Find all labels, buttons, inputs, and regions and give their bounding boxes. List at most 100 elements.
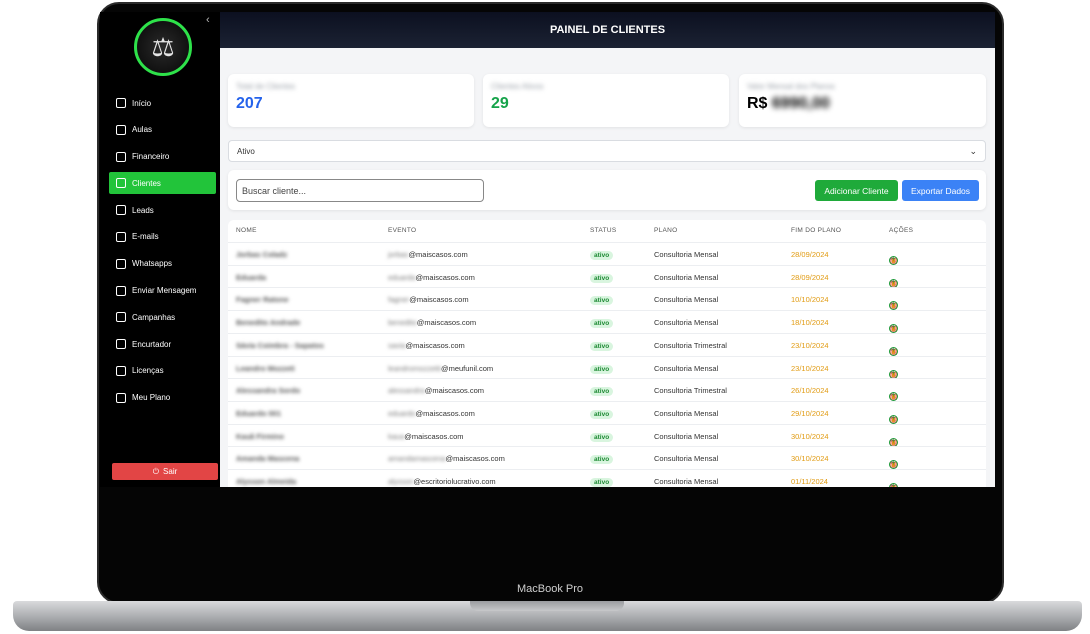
- stat-card-total: Total de Clientes 207: [228, 74, 474, 127]
- client-plan: Consultoria Mensal: [654, 363, 719, 373]
- megaphone-icon: [116, 312, 126, 323]
- sidebar-item-label: Financeiro: [132, 152, 170, 162]
- plan-end-date: 30/10/2024: [791, 454, 829, 464]
- add-circle-icon[interactable]: +: [889, 256, 898, 265]
- status-filter-select[interactable]: Ativo ⌄: [228, 140, 986, 162]
- table-row[interactable]: Leandro Mozzeti leandromozzetti@meufunil.…: [228, 355, 986, 379]
- table-row[interactable]: Sávia Coimbra - Sapatos savia@maiscasos.c…: [228, 332, 986, 356]
- add-circle-icon[interactable]: +: [889, 414, 898, 424]
- sidebar-item-3[interactable]: Clientes: [109, 172, 216, 195]
- logout-label: Sair: [163, 467, 178, 476]
- export-data-button[interactable]: Exportar Dados: [902, 180, 979, 201]
- sidebar-item-label: Encurtador: [132, 339, 172, 349]
- client-name: Alessandra Sordo: [236, 386, 301, 396]
- sidebar-item-label: Leads: [132, 205, 154, 215]
- client-email: amandamascena@maiscasos.com: [388, 454, 505, 463]
- email-user: jorbas: [388, 250, 409, 259]
- search-input[interactable]: [236, 179, 484, 202]
- client-name: Fagner Ratone: [236, 295, 289, 305]
- sidebar-item-label: Licenças: [132, 366, 164, 376]
- table-row[interactable]: Alysson Almeida alysson@escritoriolucrati…: [228, 469, 986, 487]
- sidebar-item-9[interactable]: Encurtador: [109, 333, 216, 355]
- client-name: Eduardo 001: [236, 408, 282, 418]
- table-row[interactable]: Eduarda eduarda@maiscasos.com ativo Consult…: [228, 264, 986, 288]
- email-domain: @escritoriolucrativo.com: [413, 477, 496, 486]
- logout-button[interactable]: ⏻ Sair: [112, 463, 218, 480]
- plan-end-date: 26/10/2024: [791, 386, 829, 396]
- client-email: kaua@maiscasos.com: [388, 432, 464, 441]
- sidebar-item-4[interactable]: Leads: [109, 199, 216, 221]
- email-user: amandamascena: [388, 454, 446, 464]
- email-user: kaua: [388, 431, 405, 441]
- sidebar-item-7[interactable]: Enviar Mensagem: [109, 280, 216, 302]
- plan-end-date: 29/10/2024: [791, 408, 829, 418]
- email-domain: @maiscasos.com: [416, 318, 477, 328]
- sidebar-item-label: Whatsapps: [132, 259, 173, 269]
- email-user: eduardo: [388, 408, 416, 418]
- scales-logo-icon: ⚖: [134, 18, 192, 76]
- sidebar-item-1[interactable]: Aulas: [109, 119, 216, 141]
- client-plan: Consultoria Mensal: [654, 454, 719, 464]
- email-domain: @maiscasos.com: [404, 431, 464, 441]
- table-row[interactable]: Eduardo 001 eduardo@maiscasos.com ativo Con…: [228, 400, 986, 424]
- client-email: leandromozzetti@meufunil.com: [388, 364, 493, 373]
- sidebar-item-label: Aulas: [132, 125, 153, 135]
- revenue-amount: 6990,00: [771, 95, 830, 112]
- add-circle-icon[interactable]: +: [889, 369, 898, 379]
- table-row[interactable]: Fagner Ratone fagner@maiscasos.com ativo Co…: [228, 287, 986, 311]
- sidebar-item-11[interactable]: Meu Plano: [109, 387, 216, 409]
- client-email: jorbas@maiscasos.com: [388, 250, 468, 259]
- email-domain: @meufunil.com: [440, 363, 494, 373]
- email-user: alysson: [388, 477, 414, 486]
- header-plan: PLANO: [654, 227, 678, 234]
- stat-label-active: Clientes Ativos: [491, 82, 544, 91]
- device-label: MacBook Pro: [516, 583, 584, 595]
- email-domain: @maiscasos.com: [405, 340, 465, 350]
- client-name: Kauã Firmino: [236, 431, 284, 441]
- client-plan: Consultoria Mensal: [654, 250, 719, 259]
- add-circle-icon[interactable]: +: [889, 346, 898, 356]
- table-row[interactable]: Alessandra Sordo alessandra@maiscasos.com…: [228, 378, 986, 402]
- client-name: Sávia Coimbra - Sapatos: [236, 340, 324, 350]
- table-row[interactable]: Jorbas Coladz jorbas@maiscasos.com ativo Co…: [228, 242, 986, 265]
- stat-label-revenue: Valor Mensal dos Planos: [747, 82, 835, 91]
- email-user: savia: [388, 340, 406, 350]
- status-badge: ativo: [590, 432, 614, 442]
- screen: ⚖ ‹ Início Aulas Financeiro Clientes Leads E-…: [100, 12, 995, 487]
- add-client-button[interactable]: Adicionar Cliente: [815, 180, 898, 201]
- status-badge: ativo: [590, 273, 614, 283]
- clipboard-icon: [116, 392, 126, 403]
- add-circle-icon[interactable]: +: [889, 278, 898, 288]
- sidebar-item-5[interactable]: E-mails: [109, 226, 216, 248]
- client-plan: Consultoria Mensal: [654, 318, 719, 328]
- send-icon: [116, 285, 126, 296]
- email-domain: @maiscasos.com: [424, 386, 484, 396]
- sidebar-item-0[interactable]: Início: [109, 92, 216, 114]
- email-domain: @maiscasos.com: [445, 454, 505, 464]
- client-plan: Consultoria Trimestral: [654, 340, 727, 350]
- sidebar-item-2[interactable]: Financeiro: [109, 146, 216, 168]
- client-name: Leandro Mozzeti: [236, 363, 295, 373]
- sidebar-item-8[interactable]: Campanhas: [109, 306, 216, 328]
- client-toolbar: Adicionar Cliente Exportar Dados: [228, 170, 986, 210]
- client-email: eduardo@maiscasos.com: [388, 409, 475, 418]
- status-badge: ativo: [590, 364, 614, 374]
- power-icon: ⏻: [152, 466, 160, 476]
- home-icon: [116, 98, 126, 108]
- client-name: Benedito Andrade: [236, 318, 301, 328]
- table-row[interactable]: Amanda Mascena amandamascena@maiscasos.co…: [228, 446, 986, 470]
- plan-end-date: 23/10/2024: [791, 363, 829, 373]
- sidebar-item-10[interactable]: Licenças: [109, 360, 216, 382]
- table-row[interactable]: Benedito Andrade benedito@maiscasos.com at…: [228, 310, 986, 334]
- stat-label-total: Total de Clientes: [236, 82, 296, 91]
- sidebar-item-6[interactable]: Whatsapps: [109, 253, 216, 275]
- chevron-left-icon[interactable]: ‹: [206, 14, 210, 26]
- currency-prefix: R$: [747, 95, 768, 112]
- add-circle-icon[interactable]: +: [889, 483, 898, 487]
- add-circle-icon[interactable]: +: [889, 437, 898, 447]
- users-icon: [116, 178, 126, 189]
- email-domain: @maiscasos.com: [415, 272, 475, 282]
- key-icon: [116, 365, 126, 376]
- table-row[interactable]: Kauã Firmino kaua@maiscasos.com ativo Consu…: [228, 423, 986, 447]
- stat-value-active: 29: [491, 95, 509, 112]
